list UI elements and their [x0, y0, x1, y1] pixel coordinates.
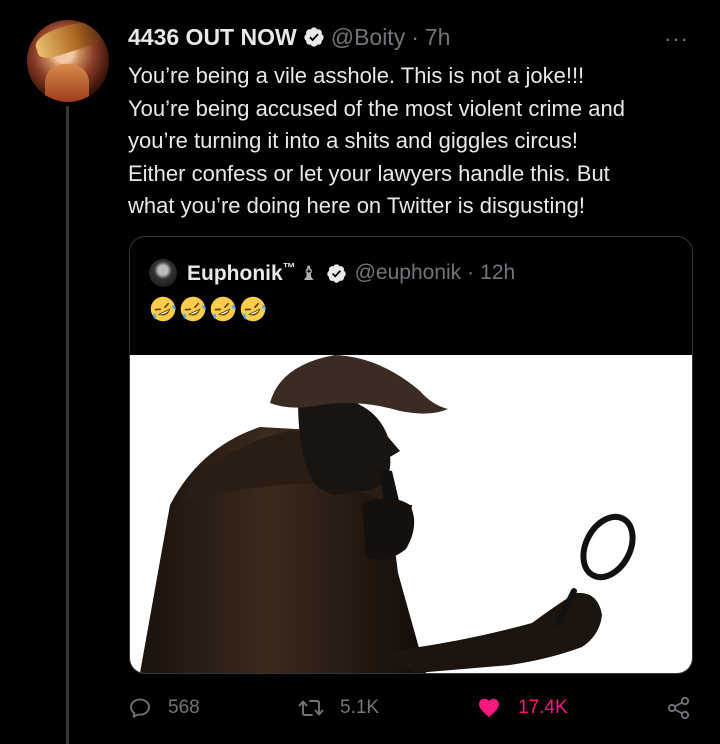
share-button[interactable] — [666, 690, 708, 726]
verified-icon — [326, 263, 346, 283]
like-count: 17.4K — [518, 697, 568, 718]
thread-line — [66, 106, 69, 744]
trademark-symbol: ™ — [282, 260, 296, 275]
tweet-text: You’re being a vile asshole. This is not… — [128, 60, 703, 223]
quoted-tweet[interactable]: Euphonik™ ♝ @euphonik · 12h — [129, 236, 693, 674]
retweet-button[interactable]: 5.1K — [298, 690, 379, 726]
tweet-text-line: You’re being accused of the most violent… — [128, 95, 625, 121]
display-name[interactable]: 4436 OUT NOW — [128, 24, 297, 51]
laughing-emojis — [149, 295, 267, 327]
tweet-actions: 568 5.1K 17.4K — [128, 690, 698, 726]
avatar-figure — [45, 64, 89, 102]
reply-count: 568 — [168, 697, 200, 718]
quoted-media-image[interactable] — [130, 355, 692, 673]
handle[interactable]: @Boity — [331, 24, 405, 51]
tweet-text-line: Either confess or let your lawyers handl… — [128, 160, 610, 186]
quoted-author-avatar[interactable] — [149, 259, 177, 287]
tweet-header: 4436 OUT NOW @Boity · 7h — [128, 22, 450, 52]
avatar-hair — [32, 20, 104, 62]
detective-silhouette — [140, 355, 636, 673]
quoted-tweet-header: Euphonik™ ♝ @euphonik · 12h — [149, 259, 515, 287]
rofl-emoji-icon — [240, 296, 266, 322]
rofl-emoji-icon — [150, 296, 176, 322]
more-icon[interactable]: ··· — [664, 26, 689, 52]
author-avatar[interactable] — [27, 20, 109, 102]
quoted-handle[interactable]: @euphonik — [355, 261, 462, 285]
reply-icon — [130, 698, 150, 718]
quoted-name-text: Euphonik — [187, 262, 283, 285]
quoted-timestamp[interactable]: 12h — [480, 261, 515, 285]
verified-icon — [304, 27, 324, 47]
quoted-display-name[interactable]: Euphonik™ — [187, 260, 296, 286]
reply-button[interactable]: 568 — [128, 690, 200, 726]
tweet-text-line: you’re turning it into a shits and giggl… — [128, 128, 579, 153]
tweet-text-line: what you’re doing here on Twitter is dis… — [128, 193, 585, 218]
like-button[interactable]: 17.4K — [476, 690, 568, 726]
timestamp[interactable]: 7h — [425, 24, 451, 51]
rofl-emoji-icon — [180, 296, 206, 322]
like-icon — [479, 698, 499, 718]
share-icon — [667, 696, 690, 720]
separator-dot: · — [467, 261, 475, 284]
retweet-icon — [298, 700, 324, 716]
separator-dot: · — [411, 23, 419, 50]
chess-bishop-icon: ♝ — [299, 262, 318, 285]
tweet-text-line: You’re being a vile asshole. This is not… — [128, 63, 585, 88]
rofl-emoji-icon — [210, 296, 236, 322]
retweet-count: 5.1K — [340, 697, 380, 718]
